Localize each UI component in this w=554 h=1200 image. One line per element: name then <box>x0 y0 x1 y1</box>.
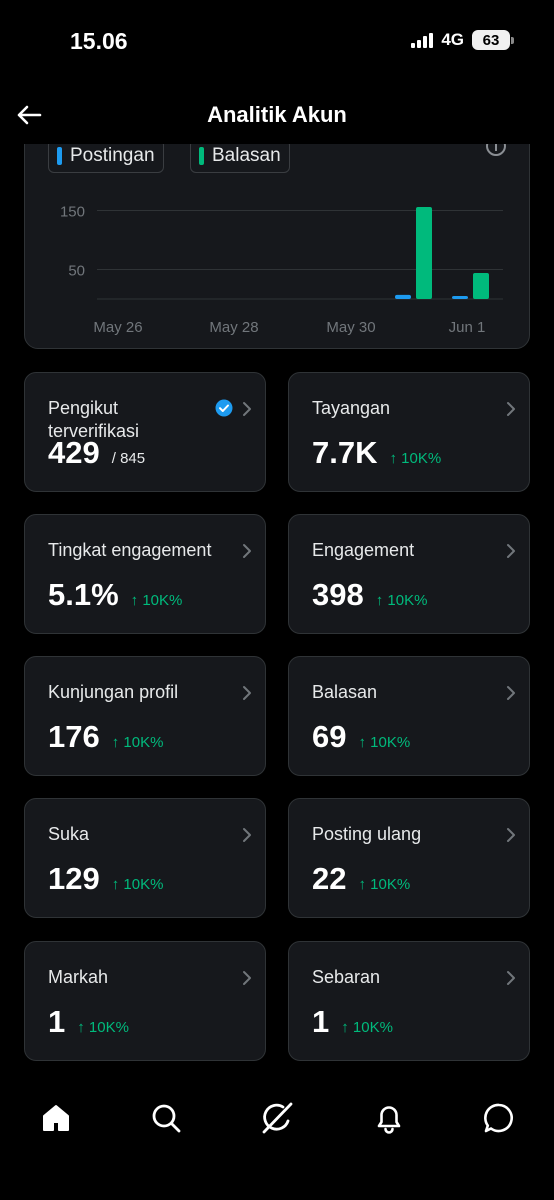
bar-postingan <box>395 294 411 299</box>
stat-label: Tingkat engagement <box>48 540 212 560</box>
stat-label: Engagement <box>312 540 415 560</box>
stat-card[interactable]: Kunjungan profil 176 ↑ 10K% <box>24 656 266 776</box>
stat-change: ↑ 10K% <box>358 876 411 893</box>
stat-value: 429 <box>48 435 100 470</box>
stat-label: Posting ulang <box>312 824 422 844</box>
stat-value: 129 <box>48 861 100 896</box>
chevron-right-icon <box>243 828 251 842</box>
stat-card[interactable]: Tayangan 7.7K ↑ 10K% <box>288 372 530 492</box>
x-tick-label: May 30 <box>326 319 375 336</box>
stat-value-row: 1 ↑ 10K% <box>312 1004 393 1040</box>
stat-value: 22 <box>312 861 347 896</box>
stat-value-row: 129 ↑ 10K% <box>48 861 163 897</box>
chevron-right-icon <box>507 971 515 985</box>
tab-home[interactable] <box>38 1100 74 1136</box>
stat-change: ↑ 10K% <box>389 450 442 467</box>
y-tick-label: 150 <box>60 204 85 221</box>
x-tick-label: Jun 1 <box>449 319 486 336</box>
stat-card[interactable]: Markah 1 ↑ 10K% <box>24 941 266 1061</box>
chevron-right-icon <box>507 828 515 842</box>
stat-card[interactable]: Pengikut terverifikasi 429/ 845 <box>24 372 266 492</box>
status-indicators: 4G 63 <box>411 30 514 50</box>
chevron-right-icon <box>243 971 251 985</box>
stat-value: 1 <box>48 1004 66 1039</box>
stat-value-row: 22 ↑ 10K% <box>312 861 410 897</box>
chevron-right-icon <box>243 402 251 416</box>
notifications-icon <box>377 1106 401 1134</box>
x-tick-label: May 28 <box>209 319 258 336</box>
stat-value-row: 429 / 845 <box>48 435 145 471</box>
stat-label: Tayangan <box>312 398 391 418</box>
page-title: Analitik Akun <box>207 102 347 127</box>
stat-total: / 845 <box>111 450 146 467</box>
stat-card[interactable]: Suka 129 ↑ 10K% <box>24 798 266 918</box>
tab-notifications[interactable] <box>371 1100 407 1136</box>
chevron-right-icon <box>507 686 515 700</box>
stat-label: Balasan <box>312 682 378 702</box>
tab-messages[interactable] <box>481 1100 517 1136</box>
search-icon <box>152 1104 181 1133</box>
bottom-tab-bar <box>0 1086 554 1150</box>
tab-search[interactable] <box>148 1100 184 1136</box>
stat-change: ↑ 10K% <box>77 1019 129 1036</box>
chevron-right-icon <box>507 544 515 558</box>
stat-value-row: 398 ↑ 10K% <box>312 577 427 613</box>
bar-postingan <box>452 296 468 299</box>
stat-change: ↑ 10K% <box>358 734 411 751</box>
stat-label: Suka <box>48 824 90 844</box>
stat-label: Markah <box>48 967 109 987</box>
stat-value: 7.7K <box>312 435 378 470</box>
stat-value: 5.1% <box>48 577 119 612</box>
stat-value-row: 5.1% ↑ 10K% <box>48 577 182 613</box>
verified-badge-icon <box>215 399 233 417</box>
stat-card[interactable]: Tingkat engagement 5.1% ↑ 10K% <box>24 514 266 634</box>
chevron-right-icon <box>507 402 515 416</box>
battery-icon: 63 <box>472 30 514 50</box>
stat-change: ↑ 10K% <box>375 592 428 609</box>
grok-icon <box>262 1102 293 1134</box>
bar-balasan <box>416 206 432 299</box>
stat-label: Sebaran <box>312 967 381 987</box>
chevron-right-icon <box>243 544 251 558</box>
status-time: 15.06 <box>70 28 128 54</box>
signal-icon <box>411 32 434 48</box>
chevron-right-icon <box>243 686 251 700</box>
stat-value-row: 1 ↑ 10K% <box>48 1004 129 1040</box>
stat-card[interactable]: Posting ulang 22 ↑ 10K% <box>288 798 530 918</box>
stat-value: 1 <box>312 1004 330 1039</box>
network-type: 4G <box>441 30 464 49</box>
stat-change: ↑ 10K% <box>130 592 183 609</box>
x-tick-label: May 26 <box>93 319 142 336</box>
top-app-bar: Analitik Akun <box>0 88 554 144</box>
stat-card[interactable]: Engagement 398 ↑ 10K% <box>288 514 530 634</box>
activity-chart-card: Postingan Balasan 150 50 May 26 May 28 May 3… <box>24 120 530 349</box>
battery-level: 63 <box>482 31 500 49</box>
stat-change: ↑ 10K% <box>341 1019 393 1036</box>
stat-value: 69 <box>312 719 347 754</box>
home-indicator <box>0 1180 554 1200</box>
stat-change: ↑ 10K% <box>111 734 164 751</box>
bar-balasan <box>473 273 489 299</box>
stat-value-row: 7.7K ↑ 10K% <box>312 435 441 471</box>
stat-value-row: 176 ↑ 10K% <box>48 719 163 755</box>
y-tick-label: 50 <box>68 263 85 280</box>
status-bar: 15.06 4G 63 <box>0 0 554 80</box>
tab-grok[interactable] <box>259 1100 295 1136</box>
stat-card[interactable]: Sebaran 1 ↑ 10K% <box>288 941 530 1061</box>
activity-bar-chart: 150 50 May 26 May 28 May 30 Jun 1 <box>60 204 503 336</box>
stat-change: ↑ 10K% <box>111 876 164 893</box>
home-icon <box>43 1105 69 1131</box>
stat-value-row: 69 ↑ 10K% <box>312 719 410 755</box>
stat-value: 176 <box>48 719 100 754</box>
stat-card[interactable]: Balasan 69 ↑ 10K% <box>288 656 530 776</box>
stat-value: 398 <box>312 577 364 612</box>
messages-icon <box>484 1103 513 1133</box>
stat-label: Kunjungan profil <box>48 682 179 702</box>
